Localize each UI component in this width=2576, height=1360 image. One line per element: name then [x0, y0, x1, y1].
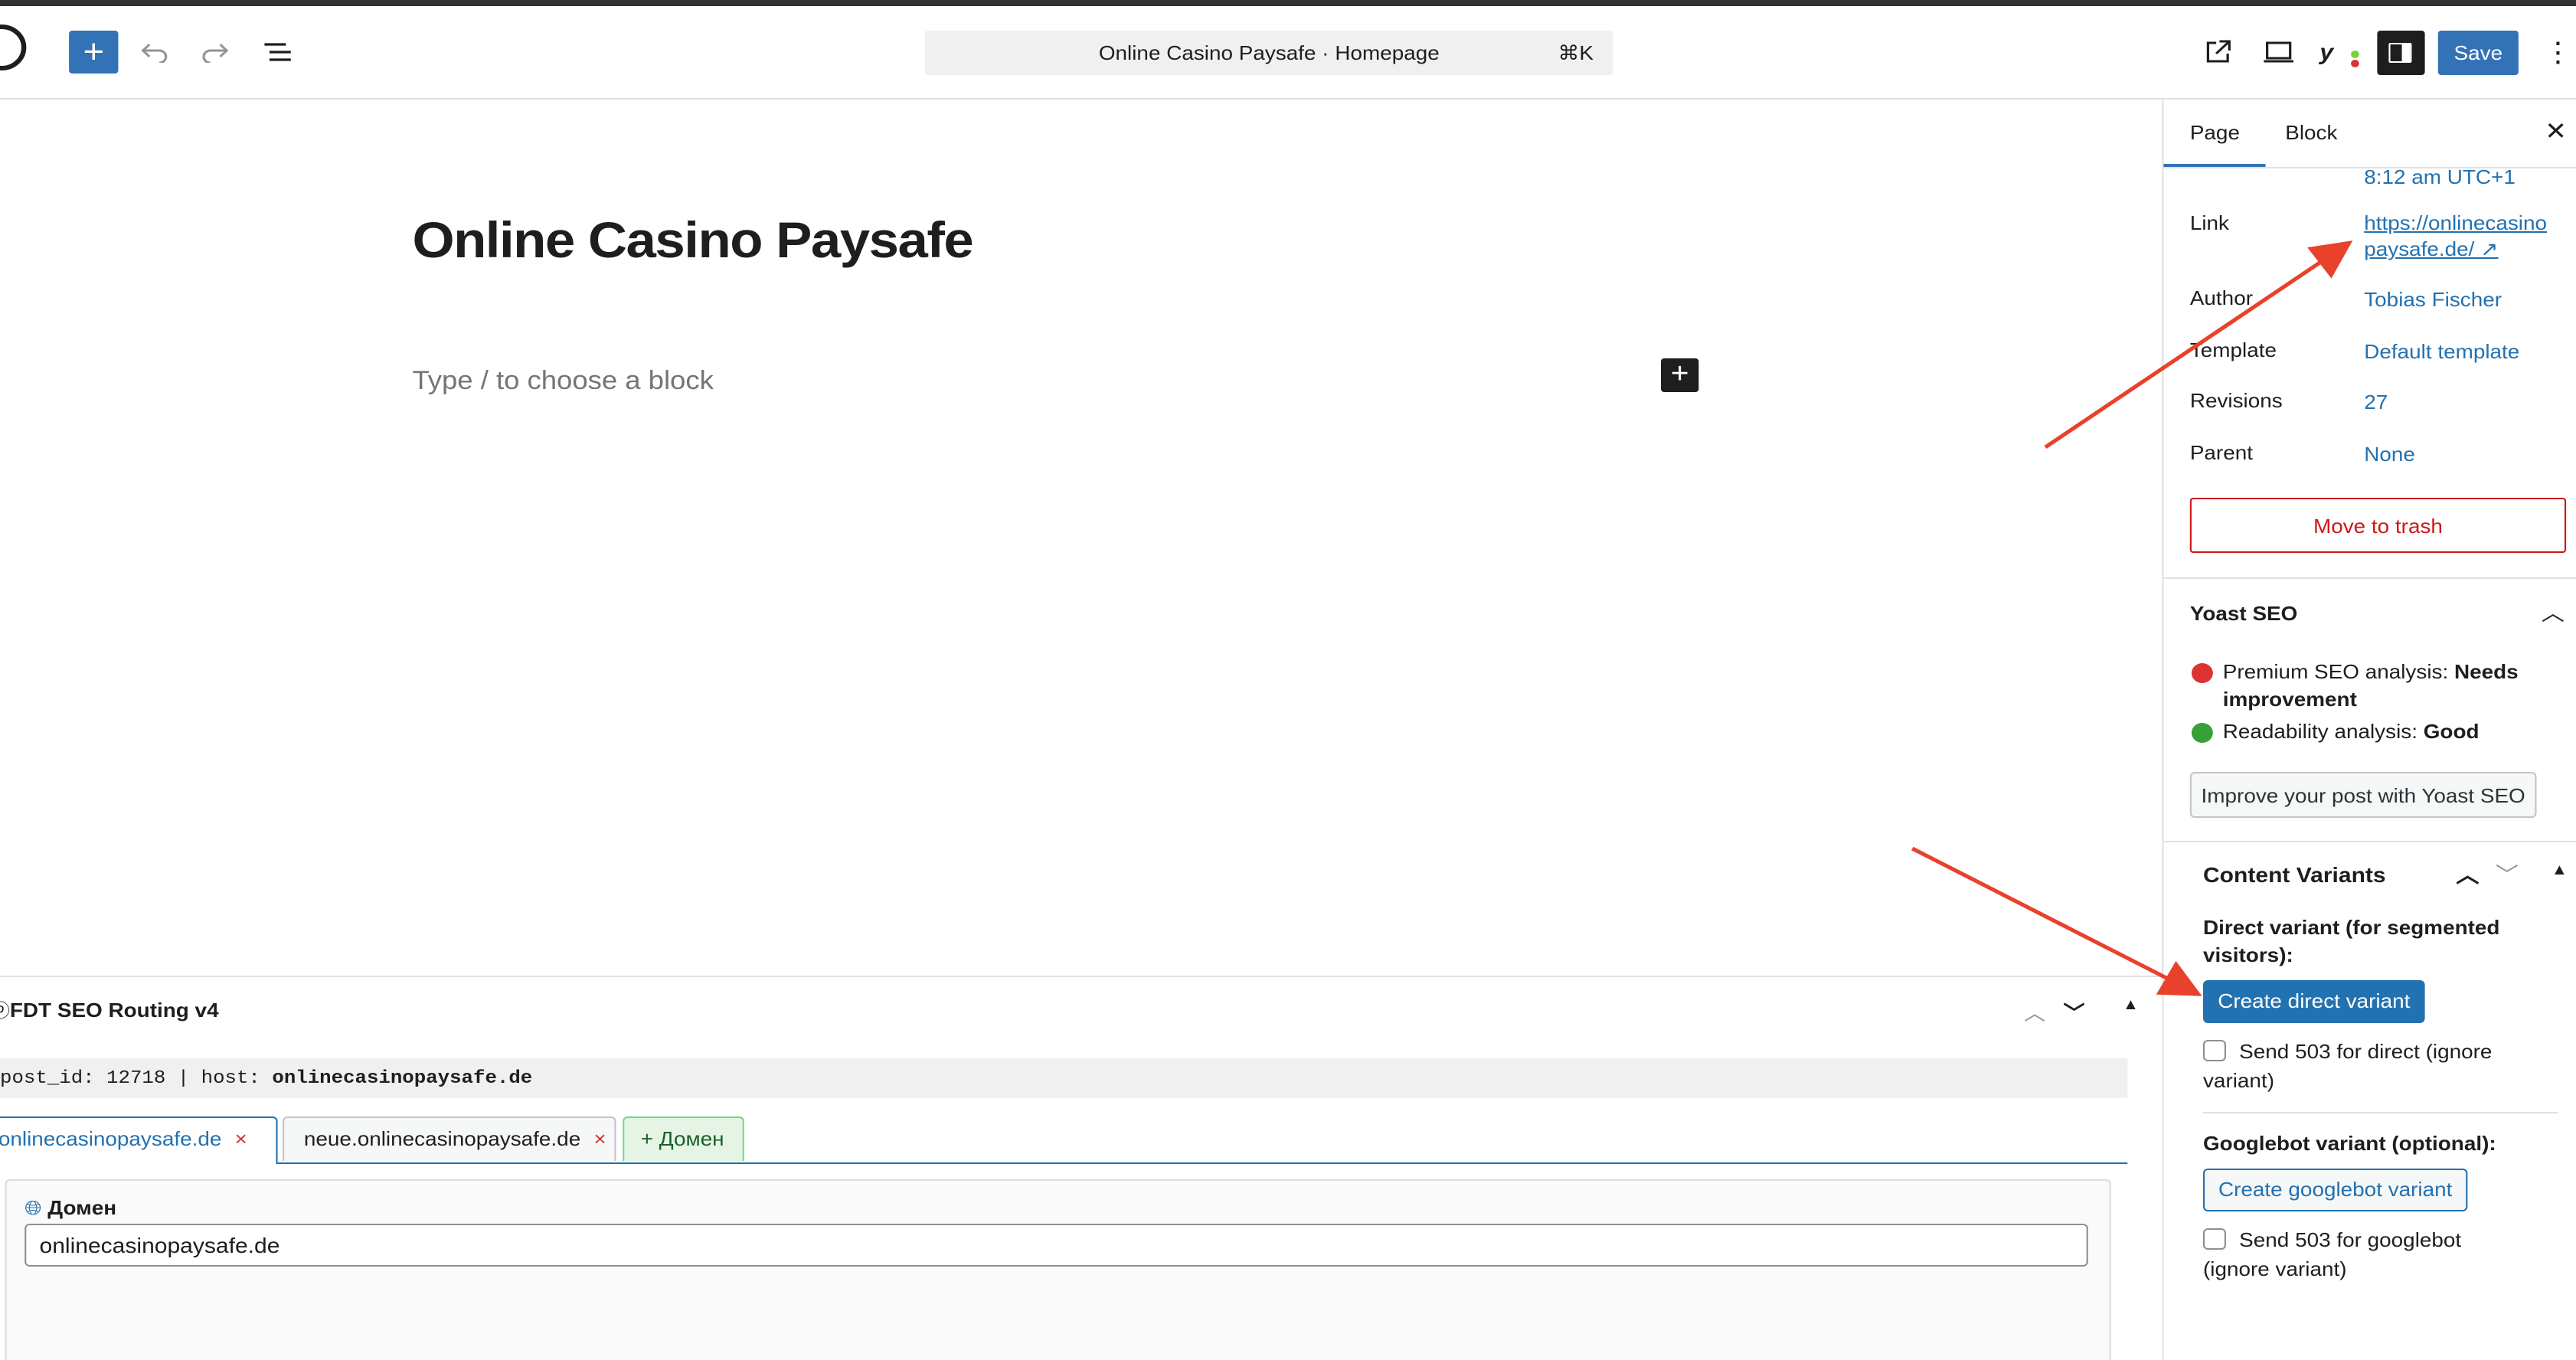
domain-tab-label: neue.onlinecasinopaysafe.de: [303, 1127, 581, 1150]
document-overview-icon[interactable]: [255, 31, 301, 74]
yoast-readability-dot: [2351, 51, 2359, 58]
domain-tabs: onlinecasinopaysafe.de × neue.onlinecasin…: [0, 1116, 2128, 1164]
googlebot-variant-label: Googlebot variant (optional):: [2202, 1132, 2496, 1155]
post-info-bar: post_id: 12718 | host: onlinecasinopaysa…: [0, 1058, 2128, 1098]
globe-icon: 🌐︎: [25, 1196, 42, 1219]
move-up-chevron-icon[interactable]: ︿: [2456, 859, 2479, 890]
author-value[interactable]: Tobias Fischer: [2364, 286, 2502, 312]
tab-block[interactable]: Block: [2285, 121, 2337, 144]
permalink-link[interactable]: https://onlinecasino paysafe.de/ ↗: [2364, 210, 2561, 262]
move-down-chevron-icon[interactable]: ﹀: [2496, 859, 2519, 890]
seo-analysis-text: Premium SEO analysis: Needs improvement: [2223, 659, 2560, 714]
preview-device-icon[interactable]: [2256, 31, 2302, 74]
tab-page[interactable]: Page: [2163, 121, 2267, 167]
yoast-logo-icon[interactable]: y: [2319, 40, 2333, 66]
move-down-chevron-icon[interactable]: ﹀: [2064, 997, 2085, 1026]
post-title[interactable]: Online Casino Paysafe: [412, 211, 973, 270]
move-up-chevron-icon[interactable]: ︿: [2024, 997, 2045, 1026]
content-variants-title: Content Variants: [2202, 862, 2386, 887]
send-503-direct-label: Send 503 for direct (ignore variant): [2202, 1040, 2493, 1092]
chevron-up-icon[interactable]: ︿: [2542, 597, 2565, 628]
plugin-icon: ⓟ: [0, 997, 10, 1023]
close-icon[interactable]: ✕: [2545, 116, 2567, 147]
add-domain-button[interactable]: + Домен: [623, 1116, 744, 1161]
domain-settings-panel: 🌐︎ Домен onlinecasinopaysafe.de: [5, 1179, 2111, 1360]
readability-value: Good: [2423, 720, 2480, 743]
remove-domain-icon[interactable]: ×: [593, 1127, 606, 1150]
wordpress-logo-icon[interactable]: [0, 25, 27, 70]
view-page-external-icon[interactable]: [2195, 31, 2241, 74]
send-503-googlebot-label: Send 503 for googlebot (ignore variant): [2202, 1228, 2462, 1280]
block-placeholder[interactable]: Type / to choose a block: [412, 366, 713, 397]
domain-field-label-text: Домен: [47, 1196, 117, 1219]
revisions-value[interactable]: 27: [2364, 389, 2388, 415]
collapse-triangle-icon[interactable]: ▲: [2123, 997, 2139, 1014]
parent-value[interactable]: None: [2364, 441, 2415, 467]
section-divider: [2202, 1112, 2558, 1113]
panel-divider: [2163, 577, 2576, 579]
domain-tab[interactable]: onlinecasinopaysafe.de ×: [0, 1116, 278, 1164]
improve-yoast-button[interactable]: Improve your post with Yoast SEO: [2189, 772, 2537, 818]
inline-block-inserter-icon[interactable]: +: [1660, 358, 1699, 392]
block-inserter-button[interactable]: +: [69, 31, 119, 74]
domain-tab[interactable]: neue.onlinecasinopaysafe.de ×: [283, 1116, 616, 1161]
editor-canvas: [0, 100, 2162, 976]
document-title: Online Casino Paysafe · Homepage: [1098, 41, 1440, 64]
direct-variant-label: Direct variant (for segmented visitors):: [2202, 916, 2500, 966]
readability-label: Readability analysis:: [2222, 720, 2424, 743]
post-info-host: onlinecasinopaysafe.de: [272, 1067, 533, 1089]
domain-input[interactable]: onlinecasinopaysafe.de: [25, 1224, 2088, 1267]
command-palette-button[interactable]: Online Casino Paysafe · Homepage ⌘K: [924, 31, 1613, 75]
collapse-triangle-icon[interactable]: ▲: [2551, 862, 2568, 879]
move-to-trash-button[interactable]: Move to trash: [2189, 498, 2567, 553]
row-label-author: Author: [2189, 286, 2254, 309]
editor-screen: + Online Casino Paysafe · Homepage ⌘K y …: [0, 0, 2576, 1360]
publish-time[interactable]: 8:12 am UTC+1: [2364, 164, 2516, 190]
row-label-link: Link: [2189, 211, 2230, 234]
post-info-prefix: post_id: 12718 | host:: [0, 1067, 273, 1089]
yoast-panel-title[interactable]: Yoast SEO: [2190, 602, 2298, 625]
undo-icon[interactable]: [132, 31, 178, 74]
shortcut-hint: ⌘K: [1558, 41, 1594, 64]
domain-field-label: 🌐︎ Домен: [25, 1196, 116, 1221]
seo-analysis-label: Premium SEO analysis:: [2222, 660, 2454, 683]
template-value[interactable]: Default template: [2364, 338, 2519, 365]
yoast-seo-dot: [2351, 60, 2359, 67]
readability-smile-icon: [2191, 723, 2213, 743]
settings-sidebar: Page Block ✕ 8:12 am UTC+1 Link https://…: [2162, 100, 2576, 1360]
redo-icon[interactable]: [192, 31, 238, 74]
row-label-revisions: Revisions: [2189, 389, 2283, 412]
create-direct-variant-button[interactable]: Create direct variant: [2202, 980, 2425, 1023]
options-kebab-icon[interactable]: ⋮: [2543, 31, 2573, 74]
admin-bar-strip: [0, 0, 2576, 6]
editor-header: + Online Casino Paysafe · Homepage ⌘K y …: [0, 6, 2576, 100]
row-label-template: Template: [2189, 338, 2277, 361]
create-googlebot-variant-button[interactable]: Create googlebot variant: [2202, 1169, 2468, 1211]
sidebar-tabs: Page Block ✕: [2163, 100, 2576, 168]
row-label-parent: Parent: [2189, 441, 2254, 464]
remove-domain-icon[interactable]: ×: [235, 1127, 247, 1150]
seo-status-sad-icon: [2191, 663, 2213, 683]
domain-tab-label: onlinecasinopaysafe.de: [0, 1127, 222, 1150]
settings-sidebar-toggle[interactable]: [2377, 31, 2425, 75]
metabox-title[interactable]: FDT SEO Routing v4: [10, 999, 219, 1022]
seo-routing-metabox: ⓟ FDT SEO Routing v4 ︿ ﹀ ▲ post_id: 1271…: [0, 976, 2162, 1360]
readability-text: Readability analysis: Good: [2223, 718, 2560, 746]
save-button[interactable]: Save: [2437, 31, 2519, 75]
panel-divider: [2163, 841, 2576, 842]
